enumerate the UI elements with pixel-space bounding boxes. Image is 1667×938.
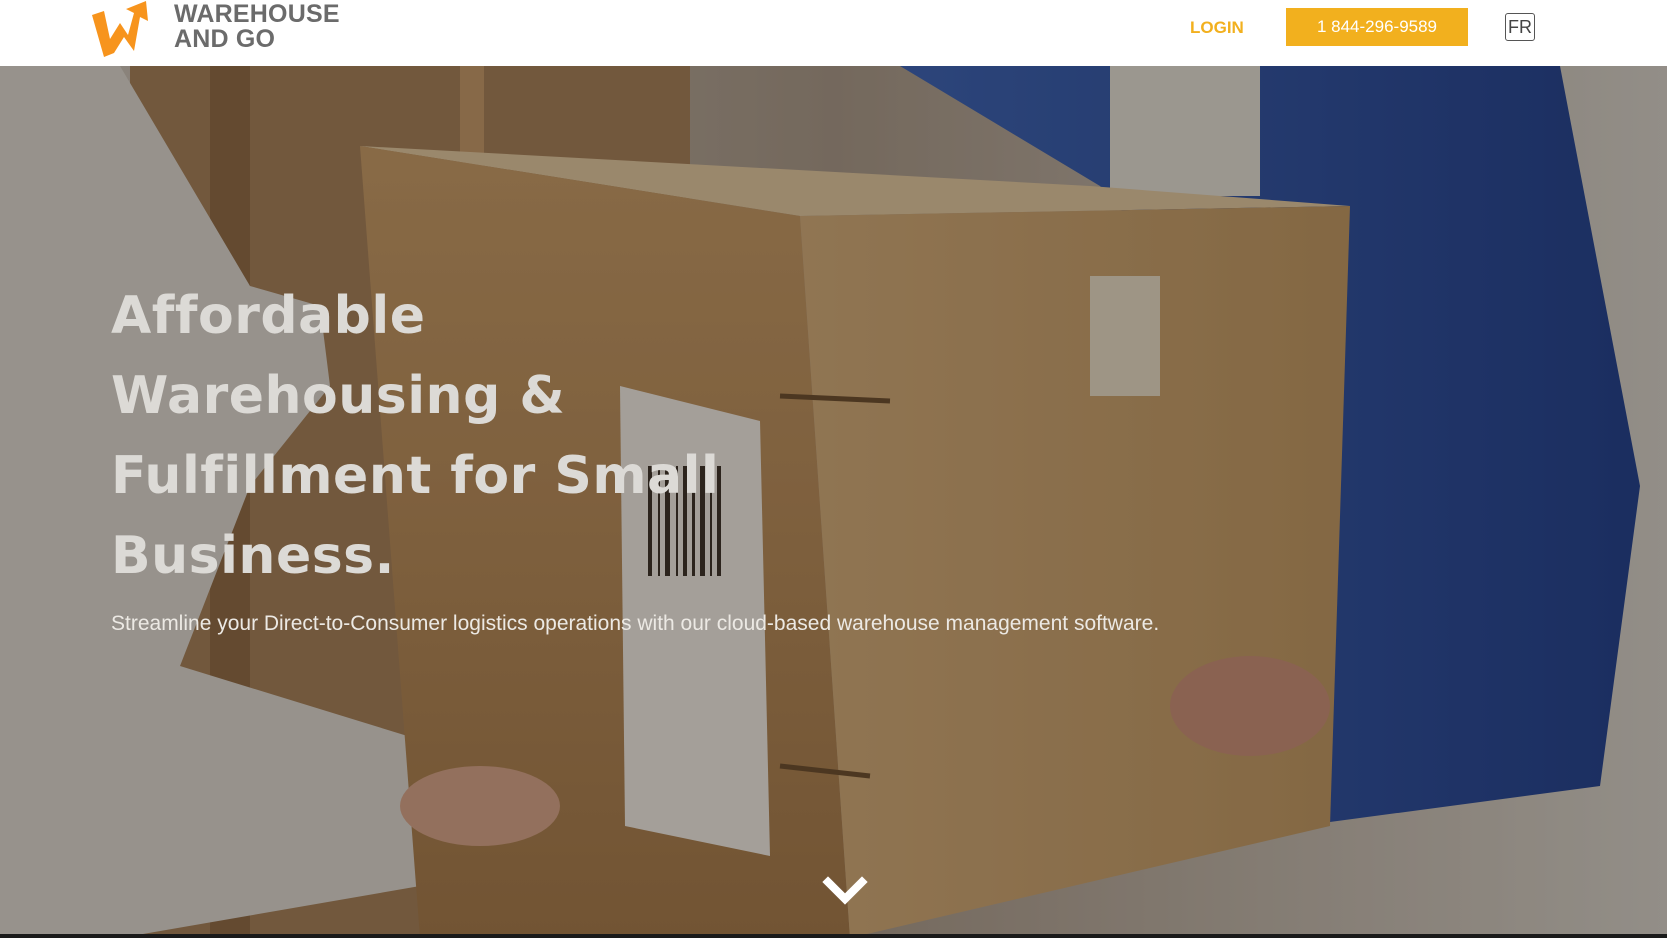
hero-subtitle: Streamline your Direct-to-Consumer logis… bbox=[111, 612, 1160, 635]
chevron-down-icon[interactable] bbox=[822, 874, 868, 908]
hero-title-line: Warehousing & bbox=[111, 366, 566, 426]
hero-title-line: Affordable bbox=[111, 286, 426, 346]
logo-wordmark: WAREHOUSE AND GO bbox=[174, 2, 340, 52]
hero-title-line: Fulfillment for Small bbox=[111, 446, 720, 506]
language-toggle-button[interactable]: FR bbox=[1505, 13, 1535, 41]
phone-button[interactable]: 1 844-296-9589 bbox=[1286, 8, 1468, 46]
logo-text-line2: AND GO bbox=[174, 25, 276, 53]
logo[interactable]: WAREHOUSE AND GO bbox=[90, 0, 340, 60]
login-link[interactable]: LOGIN bbox=[1190, 16, 1244, 40]
site-header: WAREHOUSE AND GO LOGIN 1 844-296-9589 FR bbox=[0, 0, 1667, 66]
hero-section: Affordable Warehousing & Fulfillment for… bbox=[0, 66, 1667, 938]
hero-title: Affordable Warehousing & Fulfillment for… bbox=[111, 276, 811, 596]
warehouse-and-go-logo-icon bbox=[92, 1, 148, 57]
logo-text-line1: WAREHOUSE bbox=[174, 0, 340, 28]
hero-title-line: Business. bbox=[111, 526, 395, 586]
hero-bottom-divider bbox=[0, 934, 1667, 938]
